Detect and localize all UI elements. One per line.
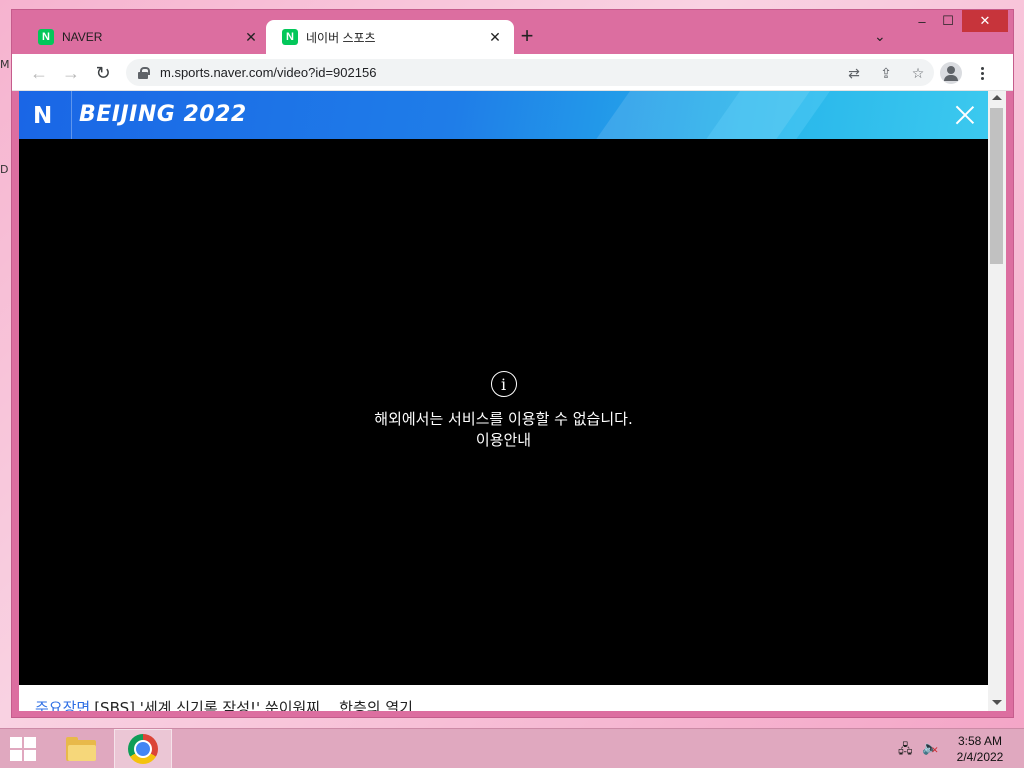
tab-search-chevron-icon[interactable]: ⌄ <box>874 28 886 45</box>
network-icon[interactable]: 🖧 <box>898 740 914 756</box>
tab-strip: N NAVER ✕ N 네이버 스포츠 ✕ + ⌄ – ☐ ✕ <box>12 10 1013 54</box>
tab-title: 네이버 스포츠 <box>306 30 376 45</box>
browser-toolbar: ← → ↻ m.sports.naver.com/video?id=902156… <box>12 54 1013 91</box>
clock-date: 2/4/2022 <box>956 750 1004 764</box>
chrome-taskbar-button[interactable] <box>114 729 172 768</box>
geo-block-notice: i 해외에서는 서비스를 이용할 수 없습니다. 이용안내 <box>19 371 988 451</box>
taskbar: 🖧 🔈 ✕ 3:58 AM 2/4/2022 <box>0 728 1024 768</box>
minimize-button[interactable]: – <box>910 10 934 32</box>
naver-logo[interactable]: N <box>33 103 52 129</box>
close-window-button[interactable]: ✕ <box>962 10 1008 32</box>
tab-title: NAVER <box>62 30 103 44</box>
kebab-menu-icon[interactable] <box>974 62 990 84</box>
info-icon: i <box>490 371 517 397</box>
system-clock[interactable]: 3:58 AM 2/4/2022 <box>950 733 1010 765</box>
clock-time: 3:58 AM <box>957 734 1003 748</box>
windows-start-icon[interactable] <box>10 737 38 761</box>
banner-divider <box>71 91 72 139</box>
new-tab-button[interactable]: + <box>516 25 538 48</box>
headline-tag: 주요장면 <box>35 699 91 711</box>
browser-window: N NAVER ✕ N 네이버 스포츠 ✕ + ⌄ – ☐ ✕ ← → ↻ m.… <box>11 9 1014 718</box>
usage-guide-link[interactable]: 이용안내 <box>19 429 988 451</box>
url-text[interactable]: m.sports.naver.com/video?id=902156 <box>160 65 376 80</box>
back-arrow-icon[interactable]: ← <box>28 62 50 84</box>
olympics-banner: N BEIJING 2022 <box>19 91 988 139</box>
maximize-button[interactable]: ☐ <box>936 10 960 32</box>
video-headline[interactable]: 주요장면 [SBS] '세계 신기록 작성!' 쑨이원찌... 한층의 열기 <box>35 697 413 711</box>
address-bar[interactable]: m.sports.naver.com/video?id=902156 ⇄ ⇪ ☆ <box>126 59 934 86</box>
profile-avatar-icon[interactable] <box>940 62 962 84</box>
notice-message: 해외에서는 서비스를 이용할 수 없습니다. <box>374 410 633 428</box>
file-explorer-button[interactable] <box>52 729 110 768</box>
tab-close-icon[interactable]: ✕ <box>486 28 504 46</box>
naver-favicon-icon: N <box>282 29 298 45</box>
headline-text: [SBS] '세계 신기록 작성!' 쑨이원찌... 한층의 열기 <box>94 699 413 711</box>
bookmark-star-icon[interactable]: ☆ <box>908 63 928 83</box>
event-title: BEIJING 2022 <box>79 102 247 127</box>
video-player[interactable]: i 해외에서는 서비스를 이용할 수 없습니다. 이용안내 <box>19 139 988 685</box>
share-icon[interactable]: ⇪ <box>876 63 896 83</box>
desktop-icon-label: M <box>0 58 10 71</box>
translate-icon[interactable]: ⇄ <box>844 63 864 83</box>
volume-muted-icon[interactable]: 🔈 ✕ <box>922 740 940 756</box>
page-content: N BEIJING 2022 i 해외에서는 서비스를 이용할 수 없습니다. … <box>19 91 988 711</box>
scroll-down-arrow-icon[interactable] <box>992 700 1002 705</box>
desktop-icon-label: D <box>0 163 9 176</box>
scroll-up-arrow-icon[interactable] <box>992 95 1002 100</box>
tab-naver[interactable]: N NAVER ✕ <box>22 20 270 54</box>
naver-favicon-icon: N <box>38 29 54 45</box>
close-icon[interactable] <box>955 105 975 125</box>
tab-naver-sports[interactable]: N 네이버 스포츠 ✕ <box>266 20 514 54</box>
reload-icon[interactable]: ↻ <box>92 62 114 84</box>
folder-icon <box>66 737 96 761</box>
tab-close-icon[interactable]: ✕ <box>242 28 260 46</box>
lock-icon[interactable] <box>138 66 150 79</box>
chrome-icon <box>128 734 158 764</box>
forward-arrow-icon[interactable]: → <box>60 62 82 84</box>
scroll-thumb[interactable] <box>990 108 1003 264</box>
vertical-scrollbar[interactable] <box>988 91 1006 711</box>
